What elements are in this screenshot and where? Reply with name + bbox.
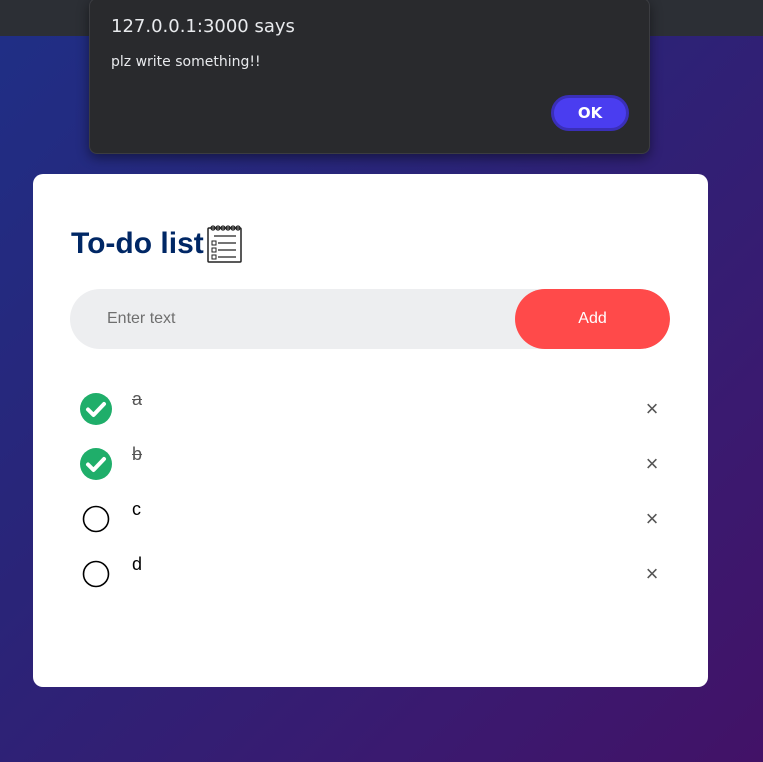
input-row: Add [70,289,670,349]
checked-circle-icon[interactable] [80,448,112,480]
todo-label: d [132,554,143,574]
ok-button[interactable]: OK [551,95,629,131]
alert-message: plz write something!! [111,54,261,70]
todo-card: To-do list Add [33,174,708,687]
title-row: To-do list [71,224,244,264]
todo-label: a [132,389,143,409]
delete-icon[interactable]: × [634,556,670,592]
unchecked-circle-icon[interactable] [80,558,112,590]
todo-item[interactable]: b × [80,444,670,484]
alert-title: 127.0.0.1:3000 says [111,16,295,37]
delete-icon[interactable]: × [634,391,670,427]
checked-circle-icon[interactable] [80,393,112,425]
todo-text-input[interactable] [70,289,515,349]
alert-dialog: 127.0.0.1:3000 says plz write something!… [89,0,650,154]
delete-icon[interactable]: × [634,501,670,537]
delete-icon[interactable]: × [634,446,670,482]
unchecked-circle-icon[interactable] [80,503,112,535]
add-button[interactable]: Add [515,289,670,349]
todo-item[interactable]: d × [80,554,670,594]
todo-label: b [132,444,143,464]
todo-item[interactable]: a × [80,389,670,429]
todo-item[interactable]: c × [80,499,670,539]
notepad-icon [206,224,244,264]
page-title: To-do list [71,227,204,260]
todo-label: c [132,499,141,519]
